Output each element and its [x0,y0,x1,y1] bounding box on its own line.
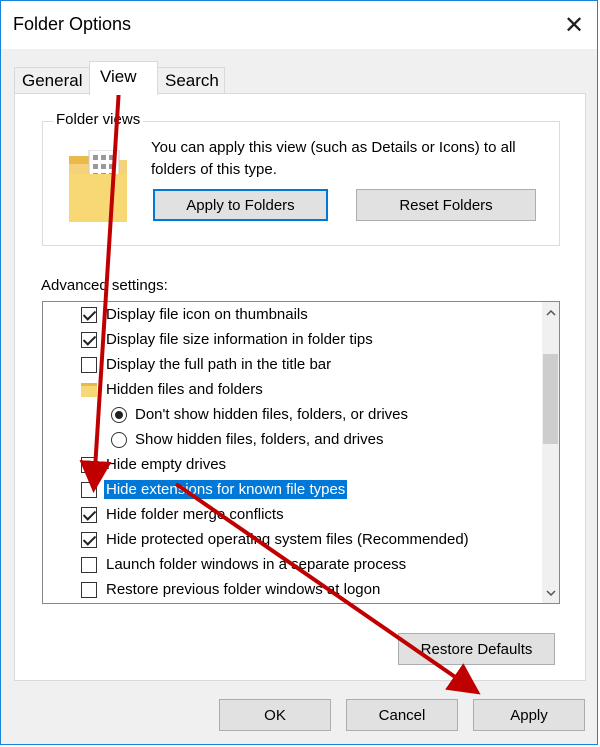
checkbox[interactable] [81,556,97,573]
list-item: Hidden files and folders [81,377,559,402]
list-item[interactable]: Launch folder windows in a separate proc… [81,552,559,577]
list-item-selected[interactable]: Hide extensions for known file types [81,477,559,502]
folder-icon [81,382,97,397]
scroll-down-arrow[interactable] [542,584,559,601]
radio-button[interactable] [111,406,127,423]
ok-button[interactable]: OK [219,699,331,731]
radio-button[interactable] [111,431,127,448]
list-item[interactable]: Hide empty drives [81,452,559,477]
tab-general[interactable]: General [14,67,90,93]
scroll-thumb[interactable] [543,354,558,444]
list-item[interactable]: Display the full path in the title bar [81,352,559,377]
advanced-settings-list[interactable]: Display file icon on thumbnails Display … [42,301,560,604]
list-item[interactable]: Hide protected operating system files (R… [81,527,559,552]
list-item[interactable]: Restore previous folder windows at logon [81,577,559,602]
checkbox[interactable] [81,456,97,473]
folder-views-description: You can apply this view (such as Details… [151,139,516,178]
reset-folders-button[interactable]: Reset Folders [356,189,536,221]
list-item[interactable]: Display file icon on thumbnails [81,302,559,327]
title-bar[interactable]: Folder Options ✕ [1,1,597,50]
checkbox[interactable] [81,531,97,548]
view-tab-panel: Folder views You can apply this view (su… [14,93,586,681]
checkbox[interactable] [81,506,97,523]
folder-views-legend: Folder views [53,111,144,128]
checkbox[interactable] [81,481,97,498]
list-item[interactable]: Show hidden files, folders, and drives [111,427,559,452]
checkbox[interactable] [81,356,97,373]
tab-view[interactable]: View [89,61,158,95]
chevron-down-icon [545,589,556,596]
close-button[interactable]: ✕ [551,1,597,49]
window-title: Folder Options [13,14,132,34]
checkbox[interactable] [81,331,97,348]
list-item[interactable]: Don't show hidden files, folders, or dri… [111,402,559,427]
checkbox[interactable] [81,306,97,323]
scroll-up-arrow[interactable] [542,304,559,321]
list-item[interactable]: Display file size information in folder … [81,327,559,352]
tab-search[interactable]: Search [157,67,225,93]
restore-defaults-button[interactable]: Restore Defaults [398,633,555,665]
checkbox[interactable] [81,581,97,598]
list-item[interactable]: Hide folder merge conflicts [81,502,559,527]
apply-button[interactable]: Apply [473,699,585,731]
chevron-up-icon [545,309,556,316]
apply-to-folders-button[interactable]: Apply to Folders [153,189,328,221]
folder-views-group: Folder views You can apply this view (su… [42,111,560,246]
advanced-settings-label: Advanced settings: [41,277,168,294]
folder-view-icon [69,150,127,222]
folder-options-window: Folder Options ✕ General View Search Fol… [0,0,598,745]
close-icon: ✕ [563,11,585,39]
list-scrollbar[interactable] [542,302,559,603]
cancel-button[interactable]: Cancel [346,699,458,731]
